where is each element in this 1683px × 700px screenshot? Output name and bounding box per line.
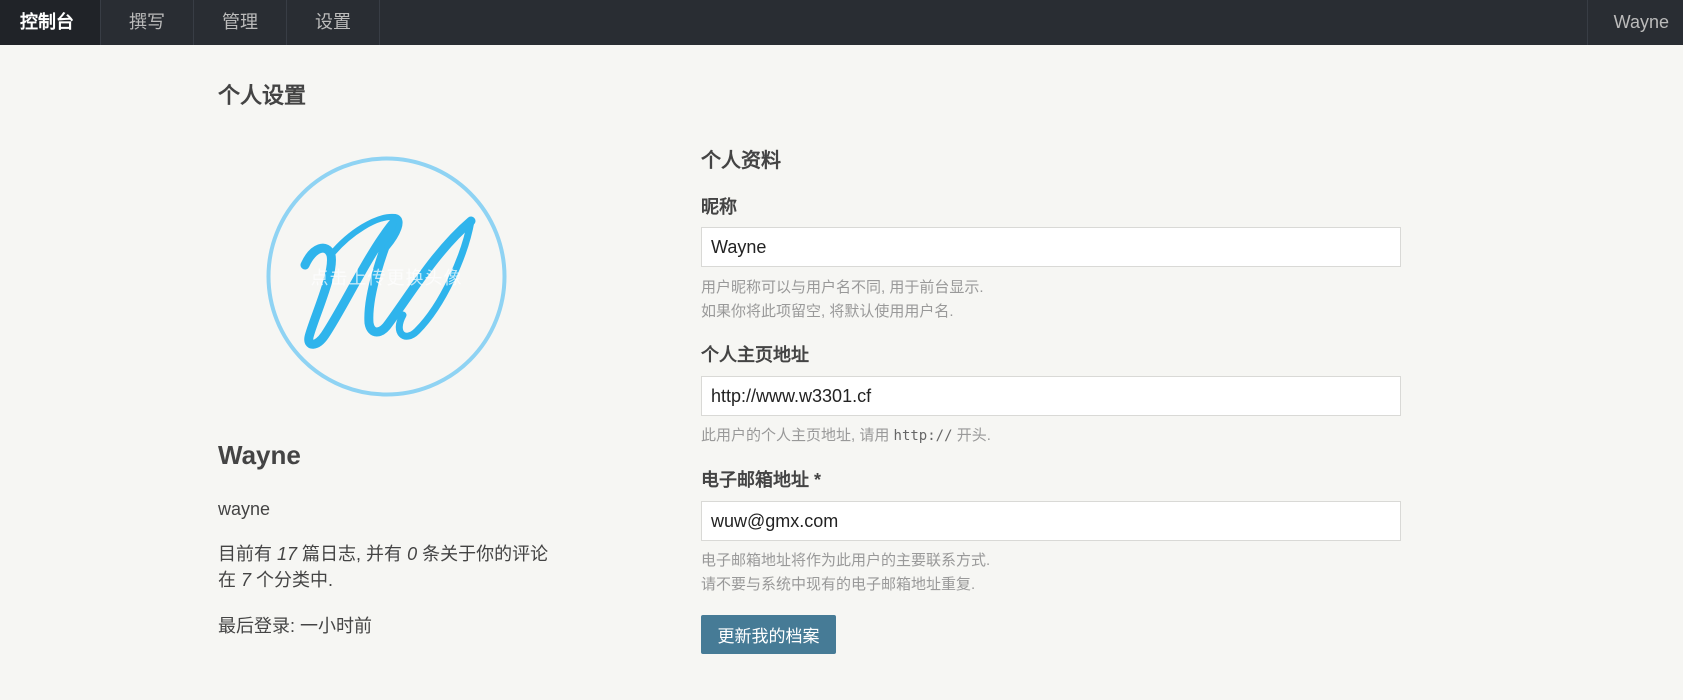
profile-display-name: Wayne (218, 440, 301, 470)
description-line: 电子邮箱地址将作为此用户的主要联系方式. (701, 552, 991, 569)
profile-stats: 目前有 17 篇日志, 并有 0 条关于你的评论在 7 个分类中. (218, 541, 558, 593)
homepage-description: 此用户的个人主页地址, 请用 http:// 开头. (701, 424, 991, 448)
category-count: 7 (241, 570, 252, 590)
stats-text: 目前有 (218, 544, 278, 564)
post-count: 17 (277, 544, 298, 564)
nav-user-menu[interactable]: Wayne (1586, 0, 1683, 45)
profile-username: wayne (218, 499, 271, 519)
nickname-input[interactable] (701, 227, 1401, 267)
stats-text: 个分类中. (251, 570, 334, 590)
email-description: 电子邮箱地址将作为此用户的主要联系方式. 请不要与系统中现有的电子邮箱地址重复. (701, 549, 990, 597)
description-code: http:// (893, 428, 953, 444)
nickname-description: 用户昵称可以与用户名不同, 用于前台显示. 如果你将此项留空, 将默认使用用户名… (701, 276, 984, 324)
avatar-upload[interactable]: 点击上传更换头像 (265, 155, 508, 398)
email-label: 电子邮箱地址 * (701, 470, 822, 490)
description-line: 请不要与系统中现有的电子邮箱地址重复. (701, 576, 976, 593)
nickname-label: 昵称 (701, 197, 737, 217)
top-navigation-bar: 控制台 撰写 管理 设置 Wayne (0, 0, 1683, 45)
email-input[interactable] (701, 501, 1401, 541)
description-line: 如果你将此项留空, 将默认使用用户名. (701, 303, 954, 320)
page-title: 个人设置 (218, 83, 307, 108)
avatar-upload-hint: 点击上传更换头像 (310, 268, 463, 288)
description-text: 此用户的个人主页地址, 请用 (701, 427, 894, 444)
homepage-label: 个人主页地址 (701, 345, 809, 365)
nav-dashboard[interactable]: 控制台 (0, 0, 101, 45)
nav-write[interactable]: 撰写 (101, 0, 194, 45)
homepage-input[interactable] (701, 376, 1401, 416)
description-line: 用户昵称可以与用户名不同, 用于前台显示. (701, 279, 984, 296)
nav-manage[interactable]: 管理 (194, 0, 287, 45)
update-profile-button[interactable]: 更新我的档案 (701, 615, 836, 654)
nav-settings[interactable]: 设置 (287, 0, 380, 45)
section-title: 个人资料 (701, 150, 781, 172)
profile-last-login: 最后登录: 一小时前 (218, 616, 373, 636)
comment-count: 0 (407, 544, 418, 564)
description-text: 开头. (952, 427, 991, 444)
stats-text: 篇日志, 并有 (297, 544, 408, 564)
